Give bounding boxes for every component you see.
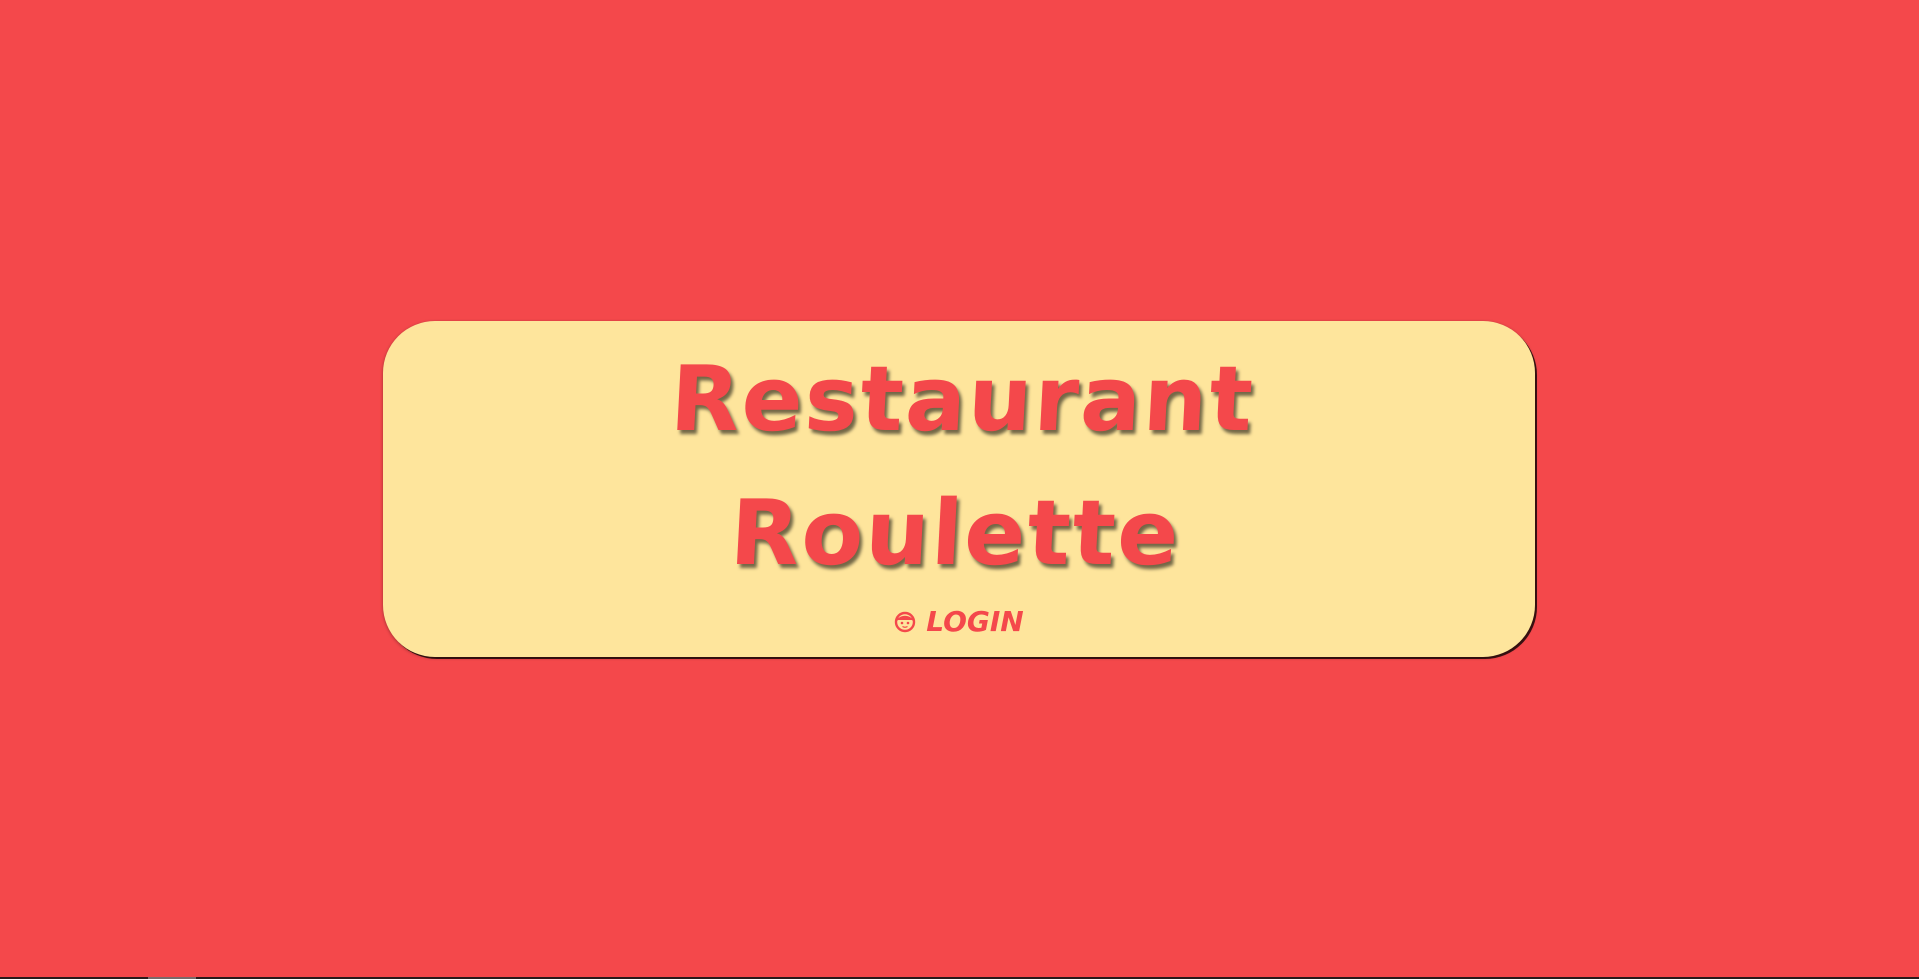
app-title-line-1: Restaurant: [667, 347, 1258, 452]
welcome-card: Restaurant Roulette LOGIN: [383, 321, 1535, 657]
app-title-line-2: Roulette: [727, 481, 1184, 586]
login-link[interactable]: LOGIN: [894, 605, 1024, 638]
app-title: Restaurant Roulette: [660, 333, 1258, 601]
login-label: LOGIN: [926, 605, 1024, 638]
page: Restaurant Roulette LOGIN: [0, 0, 1919, 979]
user-face-icon: [894, 611, 916, 633]
